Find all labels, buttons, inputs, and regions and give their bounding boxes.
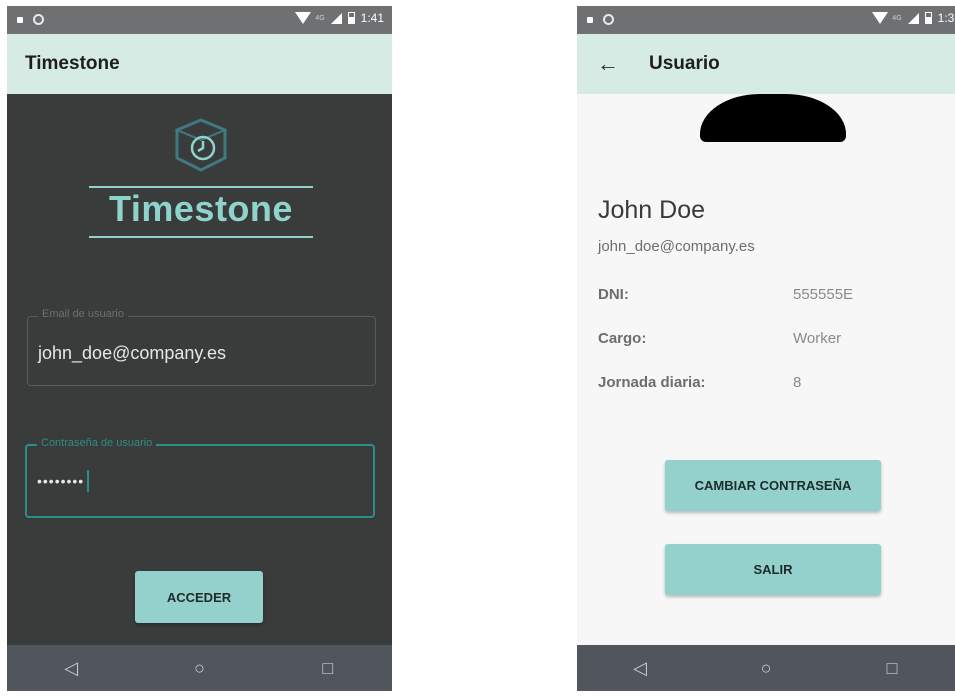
back-arrow-icon[interactable]: ← [597, 51, 619, 77]
app-bar: ← Usuario [577, 34, 955, 94]
password-field-value: •••••••• [37, 473, 85, 489]
jornada-label: Jornada diaria: [598, 374, 706, 391]
battery-icon [347, 12, 355, 24]
email-field[interactable]: Email de usuario john_doe@company.es [27, 308, 376, 386]
nav-home-icon[interactable]: ○ [179, 658, 219, 679]
app-logo: Timestone [89, 116, 313, 246]
nav-back-icon[interactable]: ◁ [51, 658, 91, 679]
network-type: 4G [315, 14, 325, 22]
notification-icon [587, 16, 593, 23]
logo-bottom-line [89, 236, 313, 238]
status-time: 1:41 [360, 11, 384, 25]
dni-label: DNI: [598, 286, 629, 303]
text-cursor [87, 470, 90, 492]
change-password-button[interactable]: CAMBIAR CONTRASEÑA [665, 460, 881, 511]
app-title: Timestone [25, 53, 120, 74]
network-type: 4G [892, 14, 902, 22]
app-bar: Timestone [7, 34, 392, 94]
notification-icon [17, 16, 23, 23]
email-field-value: john_doe@company.es [38, 343, 227, 363]
password-field-label: Contraseña de usuario [37, 437, 157, 449]
status-time: 1:39 [937, 11, 955, 25]
user-name: John Doe [598, 196, 706, 224]
user-screen: 4G 1:39 ← Usuario John Doe john_doe@comp… [577, 6, 955, 691]
battery-icon [924, 12, 932, 24]
nav-home-icon[interactable]: ○ [746, 658, 786, 679]
wifi-icon [872, 12, 889, 24]
login-button[interactable]: ACCEDER [135, 571, 263, 623]
timestone-cube-icon [174, 118, 228, 172]
nav-back-icon[interactable]: ◁ [620, 658, 660, 679]
logo-text: Timestone [109, 188, 293, 229]
sync-icon [33, 14, 44, 25]
status-bar: 4G 1:41 [7, 6, 392, 34]
status-bar: 4G 1:39 [577, 6, 955, 34]
page-title: Usuario [649, 53, 720, 74]
nav-recents-icon[interactable]: □ [308, 658, 348, 679]
cargo-value: Worker [793, 330, 842, 347]
user-email: john_doe@company.es [598, 238, 755, 255]
wifi-icon [295, 12, 312, 24]
signal-icon [907, 12, 919, 24]
jornada-value: 8 [793, 374, 802, 391]
signal-icon [330, 12, 342, 24]
dni-value: 555555E [793, 286, 854, 303]
avatar [700, 94, 846, 142]
navigation-bar: ◁ ○ □ [7, 645, 392, 691]
nav-recents-icon[interactable]: □ [872, 658, 912, 679]
email-field-label: Email de usuario [38, 308, 128, 320]
navigation-bar: ◁ ○ □ [577, 645, 955, 691]
password-field[interactable]: Contraseña de usuario •••••••• [25, 437, 375, 518]
login-screen: 4G 1:41 Timestone Timestone Email de usu… [7, 6, 392, 691]
password-field-value-wrap: •••••••• [37, 470, 90, 492]
sync-icon [603, 14, 614, 25]
cargo-label: Cargo: [598, 330, 647, 347]
logout-button[interactable]: SALIR [665, 544, 881, 595]
